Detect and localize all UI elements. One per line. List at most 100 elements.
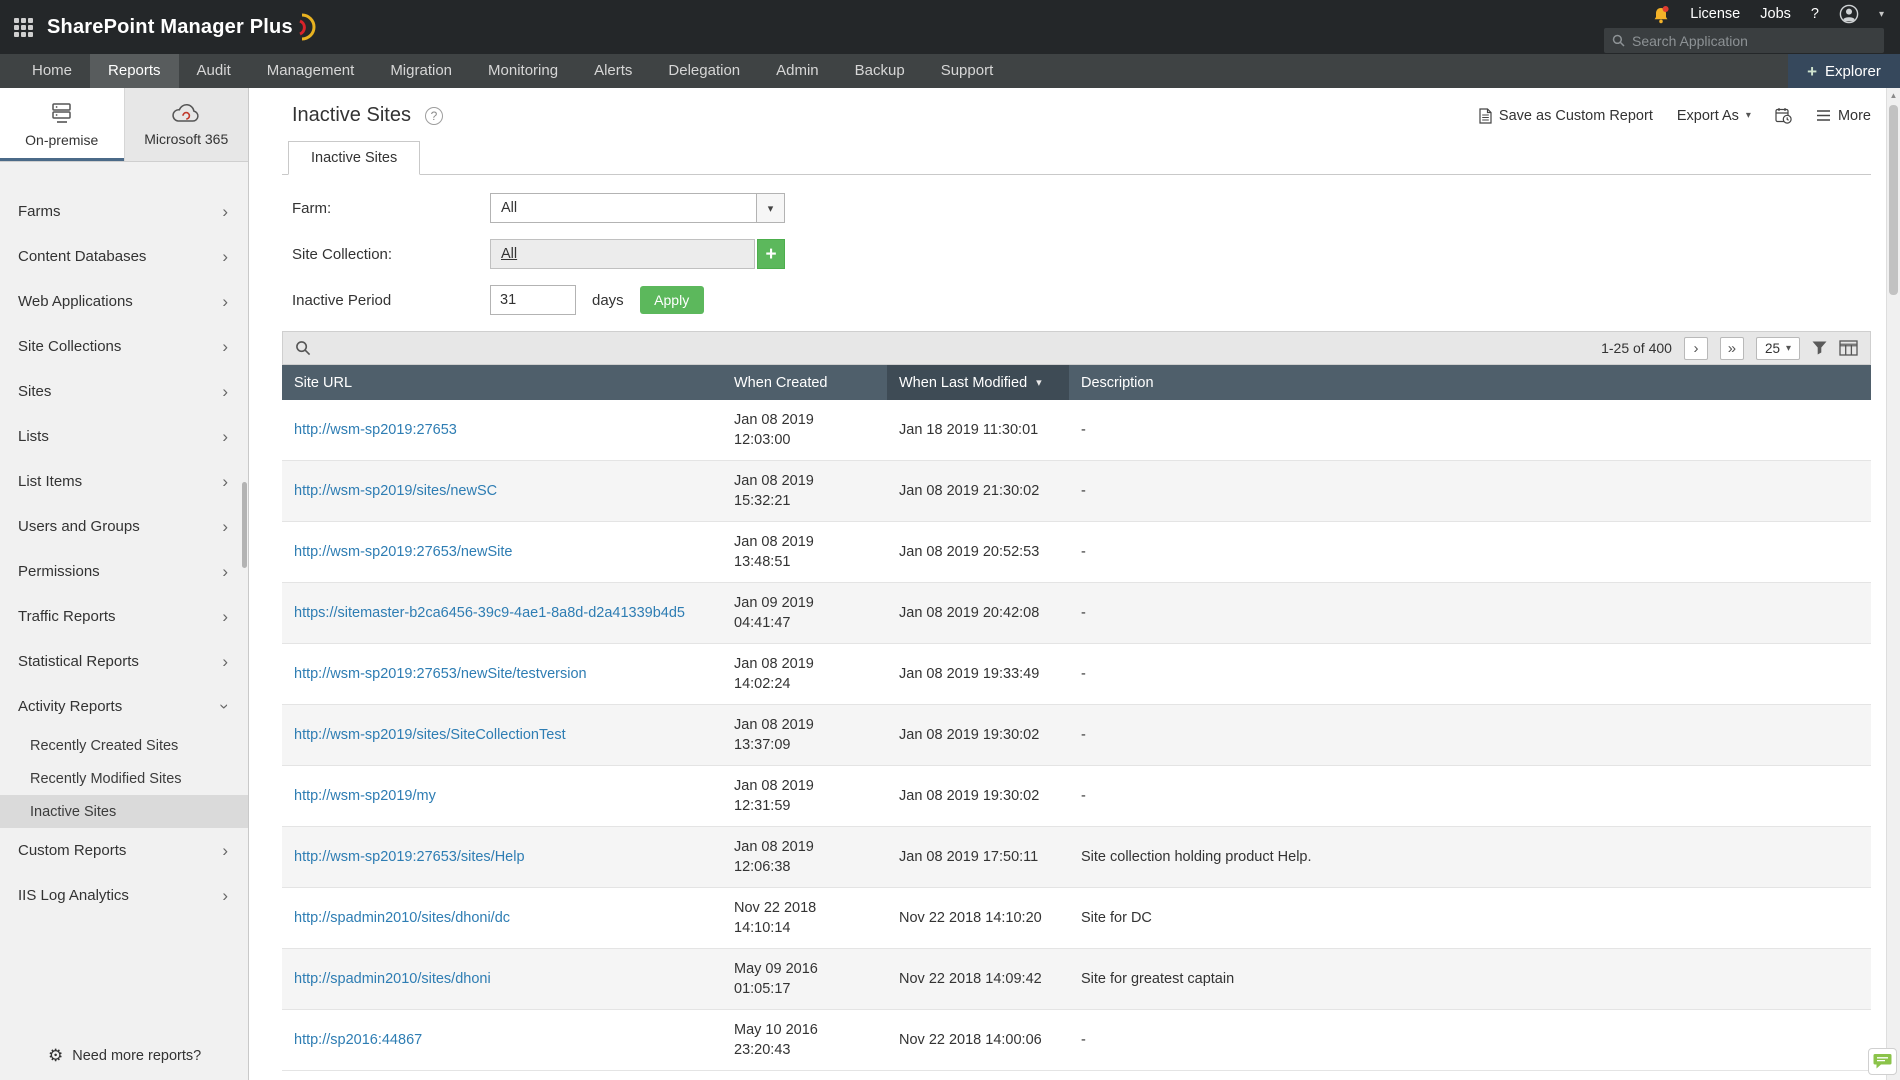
table-row: http://wsm-sp2019:27653/newSite Jan 08 2… — [282, 522, 1871, 583]
help-icon[interactable]: ? — [1811, 6, 1819, 22]
site-url-cell: http://wsm-sp2019/sites/newSC — [282, 472, 722, 510]
site-url-cell: http://spadmin2010/sites/dhoni — [282, 960, 722, 998]
column-header-when-last-modified[interactable]: When Last Modified ▾ — [887, 365, 1069, 400]
site-url-link[interactable]: http://spadmin2010/sites/dhoni — [294, 971, 491, 987]
site-url-link[interactable]: http://wsm-sp2019/my — [294, 788, 436, 804]
add-site-collection-button[interactable]: + — [757, 239, 785, 269]
farm-select[interactable]: All ▾ — [490, 193, 785, 223]
search-input[interactable] — [1632, 32, 1876, 49]
nav-tab-audit[interactable]: Audit — [179, 54, 249, 88]
sidebar-item-sites[interactable]: Sites › — [0, 369, 248, 414]
explorer-button[interactable]: + Explorer — [1788, 54, 1900, 88]
more-button[interactable]: More — [1816, 108, 1871, 124]
nav-tab-support[interactable]: Support — [923, 54, 1012, 88]
column-header-site-url[interactable]: Site URL — [282, 375, 722, 391]
page-size-select[interactable]: 25 ▾ — [1755, 336, 1800, 360]
sidebar-item-traffic-reports[interactable]: Traffic Reports › — [0, 594, 248, 639]
sidebar-item-content-databases[interactable]: Content Databases › — [0, 234, 248, 279]
site-url-link[interactable]: http://spadmin2010/sites/dhoni/dc — [294, 910, 510, 926]
column-header-description[interactable]: Description — [1069, 375, 1871, 391]
site-url-link[interactable]: http://wsm-sp2019:27653/sites/Help — [294, 849, 525, 865]
sidebar-item-site-collections[interactable]: Site Collections › — [0, 324, 248, 369]
apps-grid-icon[interactable] — [14, 17, 33, 37]
sidebar-item-label: Sites — [18, 383, 52, 400]
sidebar-item-inactive-sites[interactable]: Inactive Sites — [0, 795, 248, 828]
more-icon — [1816, 109, 1831, 122]
table-body: http://wsm-sp2019:27653 Jan 08 2019 12:0… — [282, 400, 1871, 1071]
tab-inactive-sites[interactable]: Inactive Sites — [288, 141, 421, 175]
jobs-link[interactable]: Jobs — [1760, 6, 1791, 22]
sidebar-scrollbar-thumb[interactable] — [242, 482, 247, 568]
table-search-icon[interactable] — [295, 340, 311, 356]
chevron-right-icon: › — [222, 427, 228, 446]
nav-tab-backup[interactable]: Backup — [837, 54, 923, 88]
table-row: http://spadmin2010/sites/dhoni/dc Nov 22… — [282, 888, 1871, 949]
nav-tab-home[interactable]: Home — [14, 54, 90, 88]
vertical-scrollbar[interactable]: ▲ ▼ — [1886, 88, 1900, 1080]
site-url-link[interactable]: http://wsm-sp2019:27653 — [294, 422, 457, 438]
site-url-link[interactable]: http://sp2016:44867 — [294, 1032, 422, 1048]
sidebar-item-activity-reports[interactable]: Activity Reports › — [0, 684, 248, 729]
page-help-icon[interactable]: ? — [424, 106, 443, 125]
sidebar-menu: Farms › Content Databases › Web Applications… — [0, 162, 248, 918]
next-page-button[interactable]: › — [1683, 336, 1708, 360]
sidebar-item-recently-modified-sites[interactable]: Recently Modified Sites — [0, 762, 248, 795]
nav-tab-delegation[interactable]: Delegation — [650, 54, 758, 88]
column-chooser-icon[interactable] — [1839, 340, 1858, 356]
description-cell: Site collection holding product Help. — [1081, 848, 1312, 865]
nav-tab-management[interactable]: Management — [249, 54, 373, 88]
sidebar-item-users-and-groups[interactable]: Users and Groups › — [0, 504, 248, 549]
site-url-link[interactable]: http://wsm-sp2019:27653/newSite/testvers… — [294, 666, 587, 682]
sidebar-item-label: Lists — [18, 428, 49, 445]
sidebar-item-custom-reports[interactable]: Custom Reports › — [0, 828, 248, 873]
sidebar-item-farms[interactable]: Farms › — [0, 189, 248, 234]
apply-button[interactable]: Apply — [639, 286, 704, 314]
nav-tab-admin[interactable]: Admin — [758, 54, 837, 88]
site-url-link[interactable]: https://sitemaster-b2ca6456-39c9-4ae1-8a… — [294, 605, 685, 621]
scroll-up-icon[interactable]: ▲ — [1887, 88, 1900, 103]
description-cell: - — [1081, 604, 1086, 621]
sidebar-item-label: Users and Groups — [18, 518, 140, 535]
save-as-custom-report-button[interactable]: Save as Custom Report — [1479, 108, 1653, 124]
description-cell: - — [1081, 726, 1086, 743]
scrollbar-thumb[interactable] — [1889, 105, 1898, 295]
sidebar-item-label: Activity Reports — [18, 698, 123, 715]
column-header-when-created[interactable]: When Created — [722, 375, 887, 391]
site-url-link[interactable]: http://wsm-sp2019/sites/newSC — [294, 483, 497, 499]
last-page-button[interactable]: » — [1719, 336, 1744, 360]
sidebar-item-web-applications[interactable]: Web Applications › — [0, 279, 248, 324]
global-search[interactable] — [1604, 28, 1884, 53]
sidebar-item-statistical-reports[interactable]: Statistical Reports › — [0, 639, 248, 684]
need-more-reports-link[interactable]: ⚙ Need more reports? — [48, 1046, 201, 1066]
topbar: SharePoint Manager Plus License Jobs ? ▾… — [0, 0, 1900, 54]
sidebar-tab-on-premise[interactable]: On-premise — [0, 88, 125, 161]
site-url-link[interactable]: http://wsm-sp2019:27653/newSite — [294, 544, 512, 560]
site-url-cell: http://wsm-sp2019/sites/SiteCollectionTe… — [282, 716, 722, 754]
inactive-sites-table: Site URL When Created When Last Modified… — [282, 365, 1871, 1071]
export-as-button[interactable]: Export As ▾ — [1677, 108, 1751, 124]
farm-label: Farm: — [292, 199, 332, 217]
site-url-link[interactable]: http://wsm-sp2019/sites/SiteCollectionTe… — [294, 727, 566, 743]
nav-tab-monitoring[interactable]: Monitoring — [470, 54, 576, 88]
sidebar-item-lists[interactable]: Lists › — [0, 414, 248, 459]
license-link[interactable]: License — [1690, 6, 1740, 22]
feedback-chat-icon[interactable] — [1868, 1048, 1897, 1075]
schedule-report-icon[interactable] — [1775, 107, 1792, 124]
nav-tab-reports[interactable]: Reports — [90, 54, 179, 88]
notification-bell-icon[interactable] — [1652, 5, 1670, 24]
nav-tab-alerts[interactable]: Alerts — [576, 54, 650, 88]
sidebar-item-label: Web Applications — [18, 293, 133, 310]
sidebar-item-iis-log-analytics[interactable]: IIS Log Analytics › — [0, 873, 248, 918]
chevron-right-icon: › — [222, 886, 228, 905]
user-menu-caret-icon[interactable]: ▾ — [1879, 9, 1884, 20]
sidebar-item-permissions[interactable]: Permissions › — [0, 549, 248, 594]
inactive-period-input[interactable] — [490, 285, 576, 315]
site-collection-field[interactable]: All — [490, 239, 755, 269]
table-row: http://wsm-sp2019/sites/SiteCollectionTe… — [282, 705, 1871, 766]
sidebar-item-recently-created-sites[interactable]: Recently Created Sites — [0, 729, 248, 762]
nav-tab-migration[interactable]: Migration — [372, 54, 470, 88]
user-icon[interactable] — [1839, 4, 1859, 24]
filter-icon[interactable] — [1812, 341, 1827, 355]
sidebar-tab-microsoft-365[interactable]: Microsoft 365 — [125, 88, 249, 161]
sidebar-item-list-items[interactable]: List Items › — [0, 459, 248, 504]
